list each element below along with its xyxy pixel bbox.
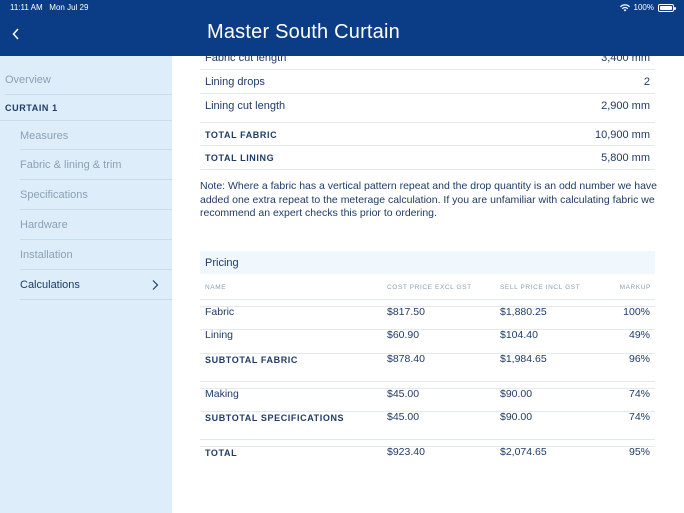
calc-value: 2 <box>643 76 650 88</box>
pricing-title: Pricing <box>205 257 239 269</box>
pricing-cost: $923.40 <box>387 446 425 458</box>
column-header-sell: SELL PRICE INCL GST <box>500 284 581 291</box>
calc-value: 5,800 mm <box>601 152 650 164</box>
calc-label: Lining drops <box>205 76 265 88</box>
calc-value: 3,400 mm <box>601 52 650 64</box>
calc-label: TOTAL LINING <box>205 153 275 163</box>
calc-value: 10,900 mm <box>594 128 650 141</box>
pricing-row-subtotal-fabric: SUBTOTAL FABRIC $878.40 $1,984.65 96% <box>200 347 655 371</box>
pricing-sell: $2,074.65 <box>500 446 547 458</box>
column-header-markup: MARKUP <box>619 284 651 291</box>
column-header-cost: COST PRICE EXCL GST <box>387 284 472 291</box>
battery-percent: 100% <box>633 3 654 12</box>
status-indicators: 100% <box>619 3 676 12</box>
page-title: Master South Curtain <box>207 21 400 43</box>
calc-row-fabric-cut-length: Fabric cut length 3,400 mm <box>200 46 655 70</box>
sidebar-item-fabric-lining-trim[interactable]: Fabric & lining & trim <box>0 150 172 180</box>
pricing-markup: 74% <box>628 388 650 400</box>
sidebar-item-specifications[interactable]: Specifications <box>0 180 172 210</box>
back-button[interactable] <box>8 24 24 44</box>
pricing-row: Lining $60.90 $104.40 49% <box>200 323 655 347</box>
status-time: 11:11 AM Mon Jul 29 <box>10 3 89 12</box>
calc-label: TOTAL FABRIC <box>205 129 278 140</box>
chevron-left-icon <box>12 28 19 40</box>
wifi-icon <box>619 3 630 11</box>
pricing-row: Making $45.00 $90.00 74% <box>200 381 655 405</box>
pricing-markup: 49% <box>628 329 650 341</box>
pricing-row-subtotal-specifications: SUBTOTAL SPECIFICATIONS $45.00 $90.00 74… <box>200 405 655 429</box>
pricing-cost: $817.50 <box>387 306 425 318</box>
pricing-section-header: Pricing <box>200 251 655 274</box>
pricing-name: SUBTOTAL SPECIFICATIONS <box>205 413 345 423</box>
sidebar-item-installation[interactable]: Installation <box>0 240 172 270</box>
sidebar-item-calculations[interactable]: Calculations <box>0 270 172 300</box>
pricing-markup: 96% <box>628 353 650 365</box>
calc-row-lining-drops: Lining drops 2 <box>200 70 655 94</box>
sidebar-item-label: Overview <box>5 74 51 86</box>
status-bar: 11:11 AM Mon Jul 29 100% <box>0 3 684 15</box>
calculation-note: Note: Where a fabric has a vertical patt… <box>200 180 658 219</box>
pricing-name: Lining <box>205 329 234 341</box>
pricing-cost: $878.40 <box>387 353 425 365</box>
calc-label: Lining cut length <box>205 100 286 112</box>
pricing-row-total: TOTAL $923.40 $2,074.65 95% <box>200 439 655 463</box>
column-header-name: NAME <box>205 284 227 291</box>
pricing-name: SUBTOTAL FABRIC <box>205 355 299 365</box>
pricing-sell: $104.40 <box>500 329 538 341</box>
calc-row-total-lining: TOTAL LINING 5,800 mm <box>200 146 655 170</box>
pricing-markup: 95% <box>628 446 650 458</box>
pricing-cost: $60.90 <box>387 329 420 341</box>
pricing-sell: $90.00 <box>500 411 533 423</box>
sidebar-item-label: Specifications <box>20 189 88 201</box>
sidebar-item-measures[interactable]: Measures <box>0 120 172 150</box>
pricing-name: Fabric <box>205 306 235 318</box>
sidebar-item-label: Calculations <box>20 279 80 291</box>
pricing-name: Making <box>205 388 239 400</box>
sidebar-item-label: Hardware <box>20 219 68 231</box>
calc-label: Fabric cut length <box>205 52 287 64</box>
pricing-name: TOTAL <box>205 448 238 458</box>
pricing-cost: $45.00 <box>387 388 420 400</box>
calc-row-lining-cut-length: Lining cut length 2,900 mm <box>200 94 655 118</box>
calc-value: 2,900 mm <box>601 100 650 112</box>
sidebar: Overview CURTAIN 1 Measures Fabric & lin… <box>0 56 172 513</box>
sidebar-item-label: Fabric & lining & trim <box>20 159 122 171</box>
calc-row-total-fabric: TOTAL FABRIC 10,900 mm <box>200 122 655 146</box>
sidebar-item-label: Measures <box>20 129 69 142</box>
pricing-markup: 74% <box>628 411 650 423</box>
sidebar-item-hardware[interactable]: Hardware <box>0 210 172 240</box>
pricing-sell: $90.00 <box>500 388 533 400</box>
chevron-right-icon <box>152 280 159 290</box>
pricing-sell: $1,984.65 <box>500 353 547 365</box>
sidebar-item-overview[interactable]: Overview <box>0 65 172 95</box>
pricing-cost: $45.00 <box>387 411 420 423</box>
pricing-row: Fabric $817.50 $1,880.25 100% <box>200 299 655 323</box>
sidebar-section-header: CURTAIN 1 <box>5 103 58 113</box>
pricing-markup: 100% <box>623 306 650 318</box>
calculations-panel: Fabric cut length 3,400 mm Lining drops … <box>172 52 684 513</box>
battery-icon <box>658 3 676 12</box>
pricing-sell: $1,880.25 <box>500 306 547 318</box>
sidebar-item-label: Installation <box>20 249 73 261</box>
